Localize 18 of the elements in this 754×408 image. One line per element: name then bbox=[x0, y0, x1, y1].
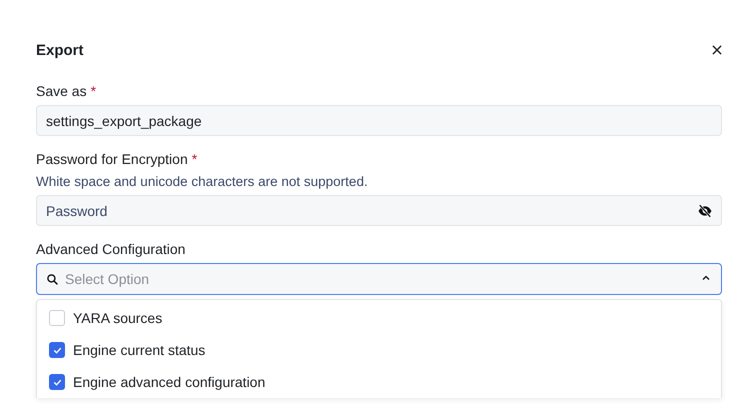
hint-text: White space and unicode characters are not supported. bbox=[36, 173, 369, 190]
password-field[interactable]: Password bbox=[36, 195, 722, 226]
select-field[interactable]: Select Option bbox=[36, 263, 722, 295]
close-icon bbox=[710, 43, 724, 57]
field-label: Advanced Configuration bbox=[36, 240, 186, 258]
field-label: Save as bbox=[36, 82, 87, 100]
required-mark: * bbox=[192, 150, 198, 168]
option-label[interactable]: Engine current status bbox=[73, 342, 206, 358]
field-label: Password for Encryption bbox=[36, 150, 188, 168]
eye-slash-icon[interactable] bbox=[698, 204, 712, 218]
input-field[interactable]: settings_export_package bbox=[36, 105, 722, 136]
required-mark: * bbox=[90, 82, 96, 100]
checkbox[interactable] bbox=[49, 342, 65, 358]
option-label[interactable]: YARA sources bbox=[73, 310, 162, 326]
search-icon bbox=[46, 273, 59, 286]
dialog-title: Export bbox=[36, 42, 84, 58]
checkbox[interactable] bbox=[49, 374, 65, 390]
option-label[interactable]: Engine advanced configuration bbox=[73, 374, 266, 390]
